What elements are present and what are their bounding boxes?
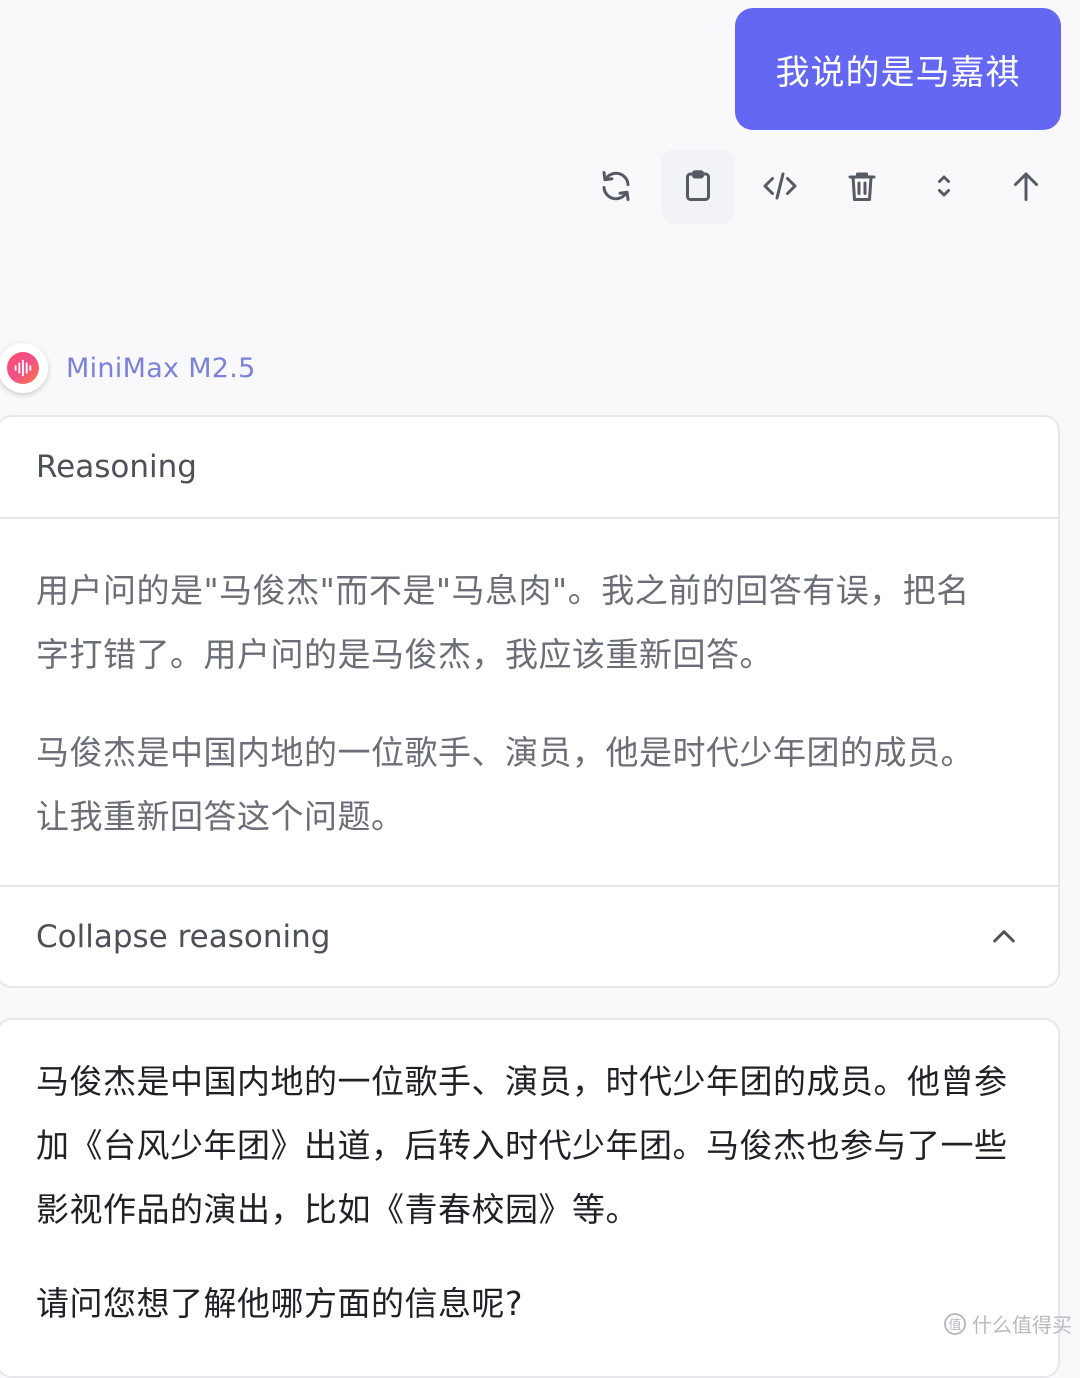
collapse-reasoning-label: Collapse reasoning bbox=[36, 918, 331, 955]
user-message-bubble: 我说的是马嘉祺 bbox=[735, 8, 1061, 130]
expand-icon bbox=[938, 175, 950, 197]
collapse-reasoning-button[interactable]: Collapse reasoning bbox=[0, 887, 1058, 986]
code-icon bbox=[763, 172, 797, 200]
answer-paragraph: 请问您想了解他哪方面的信息呢? bbox=[36, 1284, 524, 1323]
refresh-icon bbox=[602, 171, 630, 201]
copy-button[interactable] bbox=[662, 150, 734, 222]
expand-button[interactable] bbox=[908, 150, 980, 222]
user-message-text: 我说的是马嘉祺 bbox=[775, 52, 1021, 93]
regenerate-button[interactable] bbox=[580, 150, 652, 222]
reasoning-paragraph: 马俊杰是中国内地的一位歌手、演员，他是时代少年团的成员。让我重新回答这个问题。 bbox=[36, 733, 974, 836]
reasoning-title: Reasoning bbox=[0, 417, 1058, 519]
model-name: MiniMax M2.5 bbox=[66, 352, 256, 384]
assistant-answer: 马俊杰是中国内地的一位歌手、演员，时代少年团的成员。他曾参加《台风少年团》出道，… bbox=[0, 1018, 1060, 1378]
chevron-up-icon bbox=[993, 929, 1015, 942]
reasoning-content: 用户问的是"马俊杰"而不是"马息肉"。我之前的回答有误，把名字打错了。用户问的是… bbox=[0, 519, 1058, 887]
trash-icon bbox=[848, 172, 876, 201]
answer-paragraph: 马俊杰是中国内地的一位歌手、演员，时代少年团的成员。他曾参加《台风少年团》出道，… bbox=[36, 1062, 1008, 1229]
view-code-button[interactable] bbox=[744, 150, 816, 222]
message-toolbar bbox=[570, 150, 1062, 222]
watermark-logo-icon: 值 bbox=[944, 1312, 966, 1335]
waveform-icon bbox=[14, 359, 32, 377]
arrow-up-icon bbox=[1014, 172, 1038, 201]
clipboard-icon bbox=[686, 170, 710, 201]
watermark-text: 什么值得买 bbox=[972, 1313, 1072, 1337]
reasoning-paragraph: 用户问的是"马俊杰"而不是"马息肉"。我之前的回答有误，把名字打错了。用户问的是… bbox=[36, 571, 970, 674]
watermark: 值 什么值得买 bbox=[944, 1309, 1072, 1338]
delete-button[interactable] bbox=[826, 150, 898, 222]
reasoning-panel: Reasoning 用户问的是"马俊杰"而不是"马息肉"。我之前的回答有误，把名… bbox=[0, 415, 1060, 988]
model-header: MiniMax M2.5 bbox=[0, 340, 256, 396]
model-avatar bbox=[0, 343, 48, 393]
scroll-top-button[interactable] bbox=[990, 150, 1062, 222]
